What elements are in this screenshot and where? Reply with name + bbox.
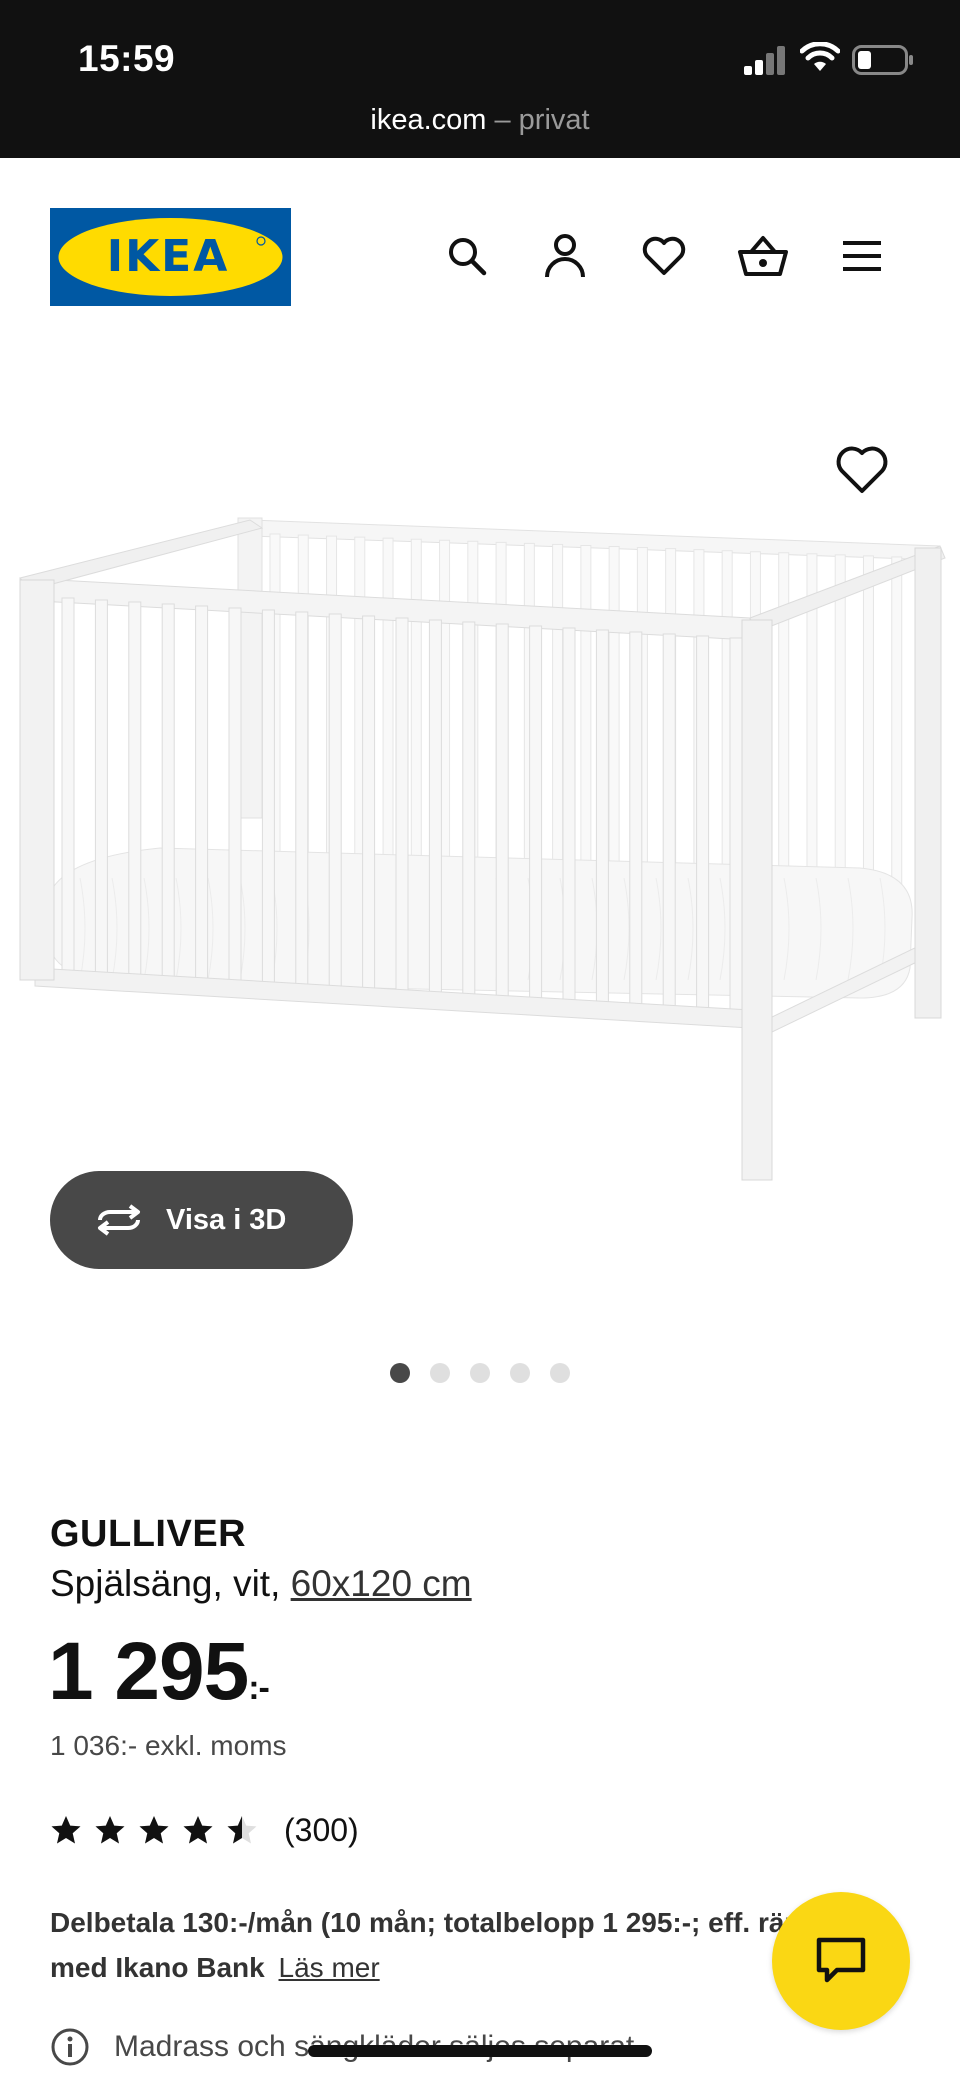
cell-signal-icon [744,46,785,75]
rating[interactable]: (300) [50,1810,359,1850]
crib-slat [410,538,422,866]
crib-slat [94,599,108,979]
crib-slat [562,627,576,1004]
crib-slat [395,617,409,995]
crib-slat [608,546,620,875]
crib-slat [778,552,790,882]
crib-slat [195,605,209,984]
add-to-wishlist-icon[interactable] [833,441,891,499]
star-icon [95,1816,125,1844]
crib-slat [834,554,846,885]
carousel-dot[interactable] [430,1363,450,1383]
site-header: IKEA [0,158,960,318]
crib-slat [362,615,376,993]
info-icon [51,2028,89,2066]
price-excl-vat: 1 036:- exkl. moms [50,1730,287,1761]
crib-slat [552,543,564,872]
chat-icon [816,1937,866,1983]
star-icon [183,1816,213,1844]
url-suffix: – privat [486,104,590,136]
crib-slat [428,619,442,997]
crib-slat [580,544,592,873]
carousel-pagination[interactable] [0,1363,960,1383]
chat-button[interactable] [772,1892,910,2030]
crib-slat [61,597,75,977]
url-host: ikea.com [370,104,487,136]
wishlist-button[interactable] [638,230,690,282]
crib-slat [462,621,476,999]
svg-text:IKEA: IKEA [107,231,230,282]
carousel-dot[interactable] [550,1363,570,1383]
crib-slat [382,537,394,864]
star-icon [139,1816,169,1844]
wifi-icon [800,42,840,71]
crib-slat [595,629,609,1006]
crib-slat [729,637,743,1013]
crib-slat [629,631,643,1008]
crib-slat [662,633,676,1009]
menu-icon [843,241,881,271]
review-count[interactable]: (300) [284,1812,359,1849]
user-icon [545,234,585,278]
product-type: Spjälsäng, vit, [50,1563,281,1604]
rotate-3d-icon [98,1204,140,1236]
status-bar: 15:59 ikea.com – privat [0,0,960,158]
search-button[interactable] [441,230,493,282]
product-image-crib [19,517,946,1181]
basket-button[interactable] [737,230,789,282]
rating-stars [50,1814,258,1846]
crib-slat [328,613,342,991]
crib-slat [228,607,242,986]
search-icon [449,238,487,276]
star-icon [227,1816,257,1844]
home-indicator[interactable] [308,2045,652,2057]
battery-icon [852,45,913,75]
crib-slat [161,603,175,982]
carousel-dot[interactable] [470,1363,490,1383]
crib-slat [696,635,710,1011]
view-in-3d-button[interactable]: Visa i 3D [50,1171,353,1269]
product-price: 1 295:- [48,1625,270,1719]
read-more-link[interactable]: Läs mer [279,1952,380,1983]
menu-button[interactable] [836,230,888,282]
product-description: Spjälsäng, vit, 60x120 cm [50,1563,472,1605]
crib-slat [862,555,874,886]
crib-slat [529,625,543,1002]
basket-icon [738,236,788,276]
product-gallery[interactable]: Visa i 3D [0,318,960,1418]
crib-slat [295,611,309,990]
view-in-3d-label: Visa i 3D [166,1203,287,1236]
crib-slat [128,601,142,981]
carousel-dot[interactable] [390,1363,410,1383]
crib-slat [891,556,903,888]
size-link[interactable]: 60x120 cm [291,1563,472,1604]
product-name: GULLIVER [50,1513,247,1555]
crib-slat [261,609,275,988]
carousel-dot[interactable] [510,1363,530,1383]
status-time: 15:59 [78,38,176,79]
star-icon [51,1816,81,1844]
account-button[interactable] [539,230,591,282]
financing-text: Delbetala 130:-/mån (10 mån; totalbelopp… [50,1907,884,1983]
url-bar[interactable]: ikea.com – privat [0,104,960,137]
crib-slat [495,623,509,1000]
heart-icon [642,236,686,275]
ikea-logo[interactable]: IKEA [50,208,291,306]
price-suffix: :- [248,1669,270,1707]
price-value: 1 295 [48,1626,249,1717]
